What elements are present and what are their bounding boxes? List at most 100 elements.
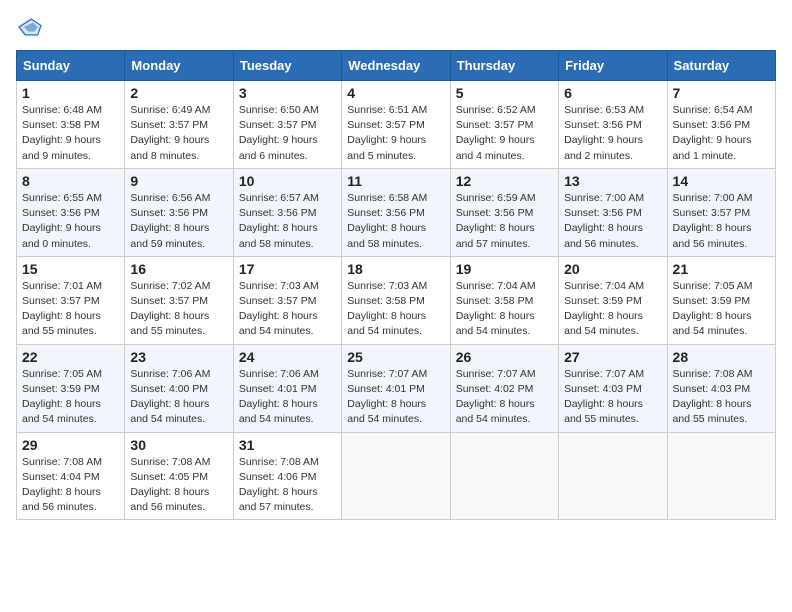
day-number: 10: [239, 173, 336, 189]
day-number: 3: [239, 85, 336, 101]
day-info: Sunrise: 6:49 AM Sunset: 3:57 PM Dayligh…: [130, 103, 227, 164]
day-number: 21: [673, 261, 770, 277]
column-header-sunday: Sunday: [17, 51, 125, 81]
day-info: Sunrise: 7:00 AM Sunset: 3:56 PM Dayligh…: [564, 191, 661, 252]
day-number: 2: [130, 85, 227, 101]
day-number: 11: [347, 173, 444, 189]
day-info: Sunrise: 7:05 AM Sunset: 3:59 PM Dayligh…: [673, 279, 770, 340]
day-number: 25: [347, 349, 444, 365]
day-info: Sunrise: 7:03 AM Sunset: 3:57 PM Dayligh…: [239, 279, 336, 340]
calendar-cell: 19Sunrise: 7:04 AM Sunset: 3:58 PM Dayli…: [450, 256, 558, 344]
day-info: Sunrise: 7:02 AM Sunset: 3:57 PM Dayligh…: [130, 279, 227, 340]
calendar-cell: [342, 432, 450, 520]
calendar-cell: 4 Sunrise: 6:51 AM Sunset: 3:57 PM Daylig…: [342, 81, 450, 169]
calendar-table: SundayMondayTuesdayWednesdayThursdayFrid…: [16, 50, 776, 520]
calendar-cell: 20 Sunrise: 7:04 AM Sunset: 3:59 PM Dayli…: [559, 256, 667, 344]
calendar-cell: 17 Sunrise: 7:03 AM Sunset: 3:57 PM Dayli…: [233, 256, 341, 344]
calendar-cell: 12Sunrise: 6:59 AM Sunset: 3:56 PM Dayli…: [450, 168, 558, 256]
calendar-week-row: 1Sunrise: 6:48 AM Sunset: 3:58 PM Daylig…: [17, 81, 776, 169]
calendar-week-row: 8 Sunrise: 6:55 AM Sunset: 3:56 PM Daylig…: [17, 168, 776, 256]
calendar-cell: [667, 432, 775, 520]
calendar-cell: 22 Sunrise: 7:05 AM Sunset: 3:59 PM Dayli…: [17, 344, 125, 432]
calendar-header-row: SundayMondayTuesdayWednesdayThursdayFrid…: [17, 51, 776, 81]
calendar-cell: 2 Sunrise: 6:49 AM Sunset: 3:57 PM Daylig…: [125, 81, 233, 169]
calendar-week-row: 22 Sunrise: 7:05 AM Sunset: 3:59 PM Dayli…: [17, 344, 776, 432]
day-number: 22: [22, 349, 119, 365]
calendar-cell: 24Sunrise: 7:06 AM Sunset: 4:01 PM Dayli…: [233, 344, 341, 432]
logo: [16, 16, 48, 38]
calendar-cell: 27Sunrise: 7:07 AM Sunset: 4:03 PM Dayli…: [559, 344, 667, 432]
day-info: Sunrise: 7:03 AM Sunset: 3:58 PM Dayligh…: [347, 279, 444, 340]
day-info: Sunrise: 6:55 AM Sunset: 3:56 PM Dayligh…: [22, 191, 119, 252]
day-info: Sunrise: 7:08 AM Sunset: 4:05 PM Dayligh…: [130, 455, 227, 516]
day-info: Sunrise: 6:57 AM Sunset: 3:56 PM Dayligh…: [239, 191, 336, 252]
day-info: Sunrise: 6:56 AM Sunset: 3:56 PM Dayligh…: [130, 191, 227, 252]
page-header: [16, 16, 776, 38]
column-header-wednesday: Wednesday: [342, 51, 450, 81]
day-number: 6: [564, 85, 661, 101]
calendar-cell: 21 Sunrise: 7:05 AM Sunset: 3:59 PM Dayli…: [667, 256, 775, 344]
day-number: 26: [456, 349, 553, 365]
day-info: Sunrise: 7:04 AM Sunset: 3:59 PM Dayligh…: [564, 279, 661, 340]
calendar-cell: 15 Sunrise: 7:01 AM Sunset: 3:57 PM Dayli…: [17, 256, 125, 344]
calendar-cell: 7Sunrise: 6:54 AM Sunset: 3:56 PM Daylig…: [667, 81, 775, 169]
day-number: 4: [347, 85, 444, 101]
day-number: 30: [130, 437, 227, 453]
day-info: Sunrise: 6:52 AM Sunset: 3:57 PM Dayligh…: [456, 103, 553, 164]
day-number: 31: [239, 437, 336, 453]
calendar-cell: [559, 432, 667, 520]
column-header-monday: Monday: [125, 51, 233, 81]
calendar-cell: 8 Sunrise: 6:55 AM Sunset: 3:56 PM Daylig…: [17, 168, 125, 256]
day-number: 18: [347, 261, 444, 277]
day-number: 15: [22, 261, 119, 277]
day-number: 23: [130, 349, 227, 365]
day-info: Sunrise: 7:05 AM Sunset: 3:59 PM Dayligh…: [22, 367, 119, 428]
day-info: Sunrise: 7:06 AM Sunset: 4:01 PM Dayligh…: [239, 367, 336, 428]
calendar-cell: 9 Sunrise: 6:56 AM Sunset: 3:56 PM Daylig…: [125, 168, 233, 256]
calendar-cell: 16Sunrise: 7:02 AM Sunset: 3:57 PM Dayli…: [125, 256, 233, 344]
day-info: Sunrise: 7:06 AM Sunset: 4:00 PM Dayligh…: [130, 367, 227, 428]
calendar-cell: 6 Sunrise: 6:53 AM Sunset: 3:56 PM Daylig…: [559, 81, 667, 169]
calendar-cell: 31 Sunrise: 7:08 AM Sunset: 4:06 PM Dayli…: [233, 432, 341, 520]
calendar-cell: 3 Sunrise: 6:50 AM Sunset: 3:57 PM Daylig…: [233, 81, 341, 169]
day-info: Sunrise: 6:58 AM Sunset: 3:56 PM Dayligh…: [347, 191, 444, 252]
day-info: Sunrise: 6:53 AM Sunset: 3:56 PM Dayligh…: [564, 103, 661, 164]
calendar-cell: 28Sunrise: 7:08 AM Sunset: 4:03 PM Dayli…: [667, 344, 775, 432]
column-header-thursday: Thursday: [450, 51, 558, 81]
column-header-friday: Friday: [559, 51, 667, 81]
calendar-cell: [450, 432, 558, 520]
calendar-cell: 30 Sunrise: 7:08 AM Sunset: 4:05 PM Dayli…: [125, 432, 233, 520]
calendar-week-row: 29Sunrise: 7:08 AM Sunset: 4:04 PM Dayli…: [17, 432, 776, 520]
day-info: Sunrise: 6:48 AM Sunset: 3:58 PM Dayligh…: [22, 103, 119, 164]
calendar-body: 1Sunrise: 6:48 AM Sunset: 3:58 PM Daylig…: [17, 81, 776, 520]
calendar-cell: 26 Sunrise: 7:07 AM Sunset: 4:02 PM Dayli…: [450, 344, 558, 432]
calendar-cell: 11 Sunrise: 6:58 AM Sunset: 3:56 PM Dayli…: [342, 168, 450, 256]
calendar-cell: 10 Sunrise: 6:57 AM Sunset: 3:56 PM Dayli…: [233, 168, 341, 256]
day-info: Sunrise: 6:59 AM Sunset: 3:56 PM Dayligh…: [456, 191, 553, 252]
calendar-cell: 14Sunrise: 7:00 AM Sunset: 3:57 PM Dayli…: [667, 168, 775, 256]
logo-icon: [16, 16, 44, 38]
day-number: 20: [564, 261, 661, 277]
day-number: 9: [130, 173, 227, 189]
day-info: Sunrise: 7:08 AM Sunset: 4:06 PM Dayligh…: [239, 455, 336, 516]
calendar-cell: 13 Sunrise: 7:00 AM Sunset: 3:56 PM Dayli…: [559, 168, 667, 256]
day-info: Sunrise: 7:08 AM Sunset: 4:04 PM Dayligh…: [22, 455, 119, 516]
day-info: Sunrise: 7:07 AM Sunset: 4:02 PM Dayligh…: [456, 367, 553, 428]
day-info: Sunrise: 6:50 AM Sunset: 3:57 PM Dayligh…: [239, 103, 336, 164]
calendar-cell: 29Sunrise: 7:08 AM Sunset: 4:04 PM Dayli…: [17, 432, 125, 520]
day-info: Sunrise: 6:51 AM Sunset: 3:57 PM Dayligh…: [347, 103, 444, 164]
calendar-week-row: 15 Sunrise: 7:01 AM Sunset: 3:57 PM Dayli…: [17, 256, 776, 344]
day-info: Sunrise: 7:00 AM Sunset: 3:57 PM Dayligh…: [673, 191, 770, 252]
calendar-cell: 25Sunrise: 7:07 AM Sunset: 4:01 PM Dayli…: [342, 344, 450, 432]
column-header-tuesday: Tuesday: [233, 51, 341, 81]
column-header-saturday: Saturday: [667, 51, 775, 81]
calendar-cell: 23 Sunrise: 7:06 AM Sunset: 4:00 PM Dayli…: [125, 344, 233, 432]
day-number: 8: [22, 173, 119, 189]
day-number: 7: [673, 85, 770, 101]
calendar-cell: 18 Sunrise: 7:03 AM Sunset: 3:58 PM Dayli…: [342, 256, 450, 344]
day-number: 17: [239, 261, 336, 277]
day-number: 27: [564, 349, 661, 365]
calendar-cell: 1Sunrise: 6:48 AM Sunset: 3:58 PM Daylig…: [17, 81, 125, 169]
day-info: Sunrise: 7:01 AM Sunset: 3:57 PM Dayligh…: [22, 279, 119, 340]
day-number: 13: [564, 173, 661, 189]
